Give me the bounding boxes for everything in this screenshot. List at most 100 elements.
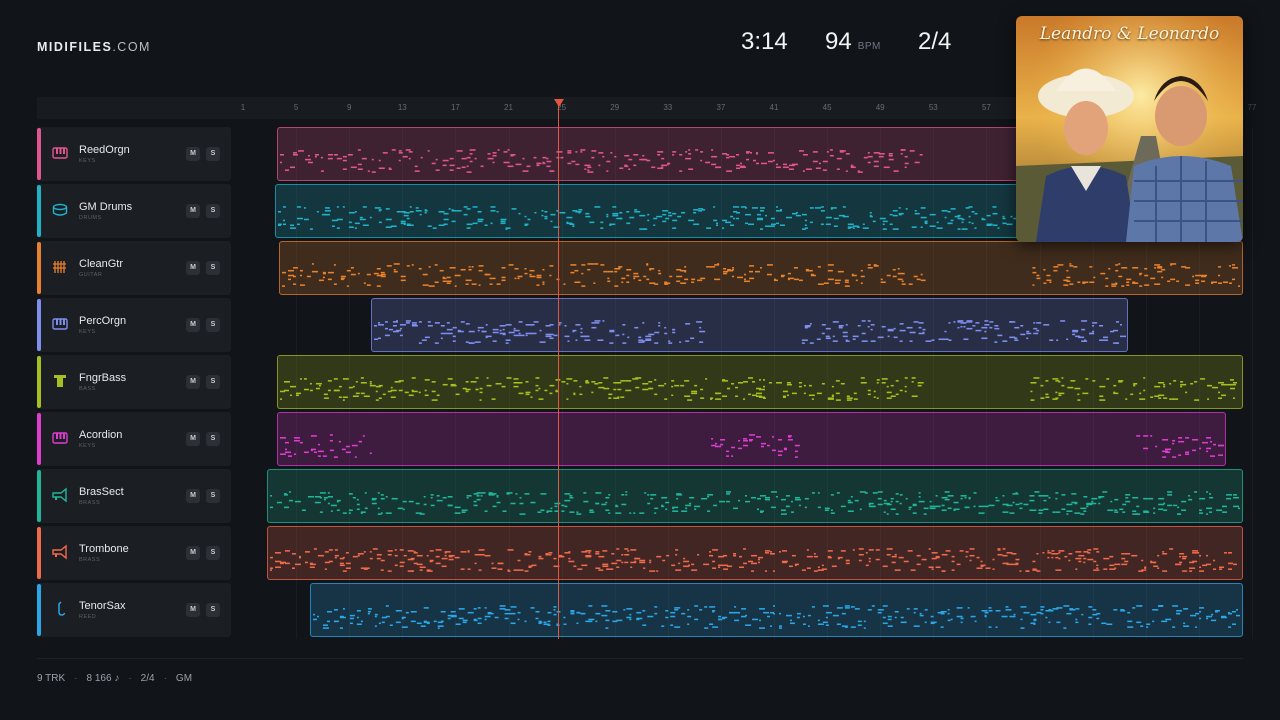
midi-note (648, 333, 655, 336)
midi-note (334, 554, 339, 557)
midi-note (662, 559, 666, 562)
mute-button[interactable]: M (186, 432, 200, 446)
solo-button[interactable]: S (206, 489, 220, 503)
track-header[interactable]: ReedOrgn KEYS M S (37, 127, 231, 181)
playhead[interactable] (558, 100, 559, 639)
midi-note (403, 214, 409, 217)
midi-note (798, 279, 803, 282)
midi-note (842, 331, 848, 334)
track-header[interactable]: GM Drums DRUMS M S (37, 184, 231, 238)
solo-button[interactable]: S (206, 147, 220, 161)
midi-note (447, 496, 453, 498)
mute-button[interactable]: M (186, 318, 200, 332)
ruler-tick: 33 (663, 103, 673, 112)
midi-note (1212, 386, 1219, 389)
midi-note (518, 332, 521, 335)
midi-note (435, 555, 440, 558)
mute-button[interactable]: M (186, 261, 200, 275)
mute-button[interactable]: M (186, 603, 200, 617)
midi-note (1015, 492, 1018, 494)
midi-note (809, 221, 813, 224)
midi-note (850, 496, 853, 498)
midi-note (376, 553, 382, 556)
mute-button[interactable]: M (186, 489, 200, 503)
midi-note (804, 219, 807, 222)
midi-note (654, 507, 659, 510)
track-header[interactable]: Acordion KEYS M S (37, 412, 231, 466)
solo-button[interactable]: S (206, 432, 220, 446)
midi-note (409, 224, 414, 227)
midi-note (484, 510, 488, 512)
midi-note (639, 512, 645, 514)
mute-button[interactable]: M (186, 546, 200, 560)
midi-note (953, 501, 959, 504)
midi-note (647, 502, 651, 505)
midi-note (1033, 327, 1038, 330)
midi-note (1066, 269, 1069, 272)
midi-note (916, 563, 921, 566)
midi-note (549, 337, 554, 340)
midi-clip[interactable] (277, 355, 1243, 409)
track-header[interactable]: CleanGtr GUITAR M S (37, 241, 231, 295)
midi-note (971, 211, 975, 213)
track-header[interactable]: FngrBass BASS M S (37, 355, 231, 409)
midi-note (1092, 330, 1095, 333)
midi-note (887, 618, 892, 621)
midi-note (327, 278, 332, 281)
midi-clip[interactable] (279, 241, 1243, 295)
midi-note (957, 214, 961, 217)
midi-note (886, 274, 891, 277)
solo-button[interactable]: S (206, 375, 220, 389)
playhead-handle[interactable] (554, 99, 564, 107)
midi-note (594, 382, 599, 385)
midi-note (634, 211, 641, 213)
midi-note (904, 385, 907, 388)
midi-clip[interactable] (267, 469, 1243, 523)
solo-button[interactable]: S (206, 318, 220, 332)
track-header[interactable]: PercOrgn KEYS M S (37, 298, 231, 352)
mute-button[interactable]: M (186, 204, 200, 218)
midi-note (817, 266, 821, 268)
mute-button[interactable]: M (186, 147, 200, 161)
track-header[interactable]: TenorSax REED M S (37, 583, 231, 637)
album-art: Leandro & Leonardo (1016, 16, 1243, 242)
midi-note (1055, 492, 1059, 494)
solo-button[interactable]: S (206, 204, 220, 218)
midi-clip[interactable] (310, 583, 1243, 637)
mute-button[interactable]: M (186, 375, 200, 389)
midi-note (462, 619, 468, 622)
midi-clip[interactable] (371, 298, 1128, 352)
midi-note (441, 557, 448, 560)
solo-button[interactable]: S (206, 546, 220, 560)
midi-note (773, 605, 776, 607)
midi-note (418, 391, 421, 394)
midi-note (832, 340, 838, 342)
midi-note (805, 168, 812, 170)
midi-note (893, 327, 896, 330)
midi-note (1103, 339, 1109, 341)
midi-note (904, 162, 909, 165)
footer-divider (37, 658, 1243, 659)
midi-note (408, 157, 411, 160)
midi-note (362, 206, 367, 208)
midi-note (679, 170, 683, 172)
midi-note (684, 380, 690, 382)
midi-clip[interactable] (267, 526, 1243, 580)
midi-note (945, 550, 951, 552)
midi-note (718, 564, 724, 567)
midi-note (988, 626, 992, 628)
track-header[interactable]: Trombone BRASS M S (37, 526, 231, 580)
track-header[interactable]: BrasSect BRASS M S (37, 469, 231, 523)
midi-note (390, 225, 397, 227)
midi-note (1091, 500, 1094, 503)
midi-note (371, 498, 376, 501)
solo-button[interactable]: S (206, 603, 220, 617)
solo-button[interactable]: S (206, 261, 220, 275)
midi-note (751, 570, 755, 572)
midi-note (794, 498, 801, 501)
midi-clip[interactable] (277, 412, 1226, 466)
midi-note (611, 553, 615, 555)
midi-note (1049, 339, 1054, 341)
midi-note (737, 276, 744, 279)
midi-note (466, 208, 471, 210)
